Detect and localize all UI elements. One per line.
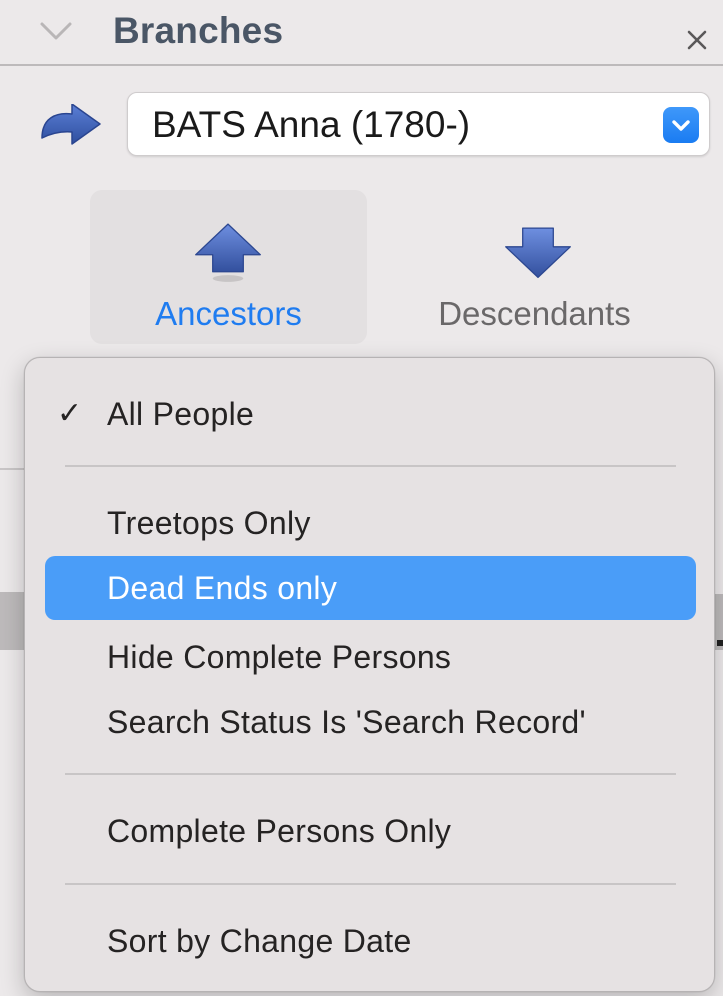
menu-item-label: Search Status Is 'Search Record' (107, 704, 586, 740)
menu-item-label: Sort by Change Date (107, 923, 412, 959)
panel-title: Branches (113, 10, 284, 51)
background-row-left (0, 592, 26, 650)
menu-item-label: Treetops Only (107, 505, 311, 541)
menu-separator (65, 883, 676, 885)
menu-separator (65, 465, 676, 467)
menu-item-all-people[interactable]: ✓ All People (45, 382, 696, 446)
header-divider (0, 64, 723, 66)
menu-item-sort-by-change-date[interactable]: Sort by Change Date (45, 909, 696, 973)
close-icon[interactable] (677, 20, 717, 58)
filter-menu: ✓ All People Treetops Only Dead Ends onl… (24, 357, 715, 992)
menu-item-hide-complete-persons[interactable]: Hide Complete Persons (45, 625, 696, 689)
select-stepper[interactable] (663, 107, 699, 143)
background-marker (717, 640, 723, 646)
checkmark-icon: ✓ (57, 397, 83, 430)
person-select[interactable]: BATS Anna (1780-) (127, 92, 710, 156)
menu-separator (65, 773, 676, 775)
ancestors-button[interactable]: Ancestors (90, 190, 367, 344)
down-arrow-icon (505, 227, 571, 279)
collapse-chevron-icon[interactable] (38, 16, 74, 46)
menu-item-treetops-only[interactable]: Treetops Only (45, 491, 696, 555)
ancestors-label: Ancestors (155, 295, 302, 332)
chevron-down-icon (672, 120, 690, 131)
menu-item-label: Hide Complete Persons (107, 639, 452, 675)
descendants-button[interactable]: Descendants (396, 190, 673, 344)
menu-item-complete-persons-only[interactable]: Complete Persons Only (45, 799, 696, 863)
descendants-label: Descendants (438, 295, 631, 332)
panel-header: Branches (0, 0, 723, 64)
menu-item-label: All People (107, 396, 255, 432)
menu-item-search-status[interactable]: Search Status Is 'Search Record' (45, 690, 696, 754)
menu-item-label: Complete Persons Only (107, 813, 452, 849)
up-arrow-icon (195, 223, 261, 282)
menu-item-dead-ends-only[interactable]: Dead Ends only (45, 556, 696, 620)
curved-arrow-icon[interactable] (38, 104, 102, 150)
menu-item-label: Dead Ends only (107, 570, 338, 606)
person-select-value: BATS Anna (1780-) (152, 104, 471, 145)
